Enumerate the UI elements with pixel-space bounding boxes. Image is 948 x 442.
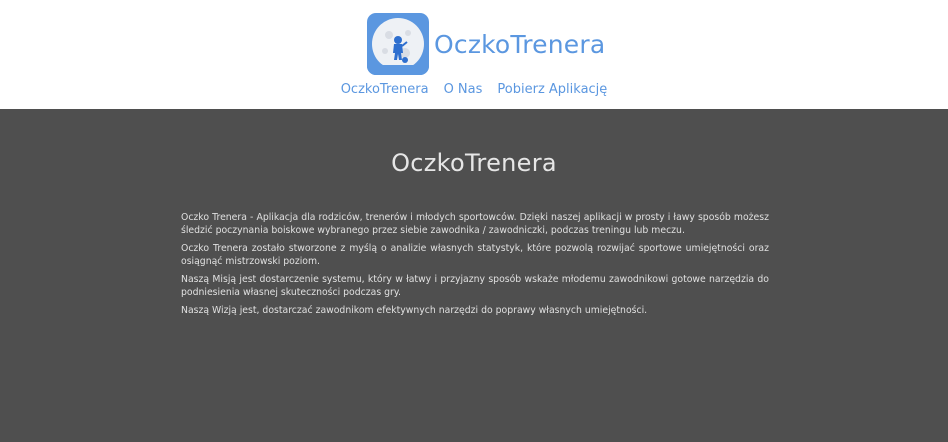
nav-item-pobierz-aplikacje[interactable]: Pobierz Aplikację [497, 82, 607, 97]
paragraph-mission: Naszą Misją jest dostarczenie systemu, k… [181, 274, 769, 298]
paragraph-vision: Naszą Wizją jest, dostarczać zawodnikom … [181, 305, 648, 316]
brand[interactable]: OczkoTrenera [367, 13, 605, 75]
main-nav: OczkoTrenera O Nas Pobierz Aplikację [0, 82, 948, 97]
content-text: Oczko Trenera - Aplikacja dla rodziców, … [181, 211, 769, 322]
nav-item-o-nas[interactable]: O Nas [444, 82, 483, 97]
paragraph-intro: Oczko Trenera - Aplikacja dla rodziców, … [181, 212, 769, 236]
brand-name[interactable]: OczkoTrenera [434, 30, 605, 59]
page-title: OczkoTrenera [391, 149, 557, 177]
nav-item-oczkotrenera[interactable]: OczkoTrenera [341, 82, 429, 97]
site-header: OczkoTrenera OczkoTrenera O Nas Pobierz … [0, 0, 948, 109]
paragraph-purpose: Oczko Trenera zostało stworzone z myślą … [181, 243, 769, 267]
moon-child-logo-icon[interactable] [367, 13, 429, 75]
